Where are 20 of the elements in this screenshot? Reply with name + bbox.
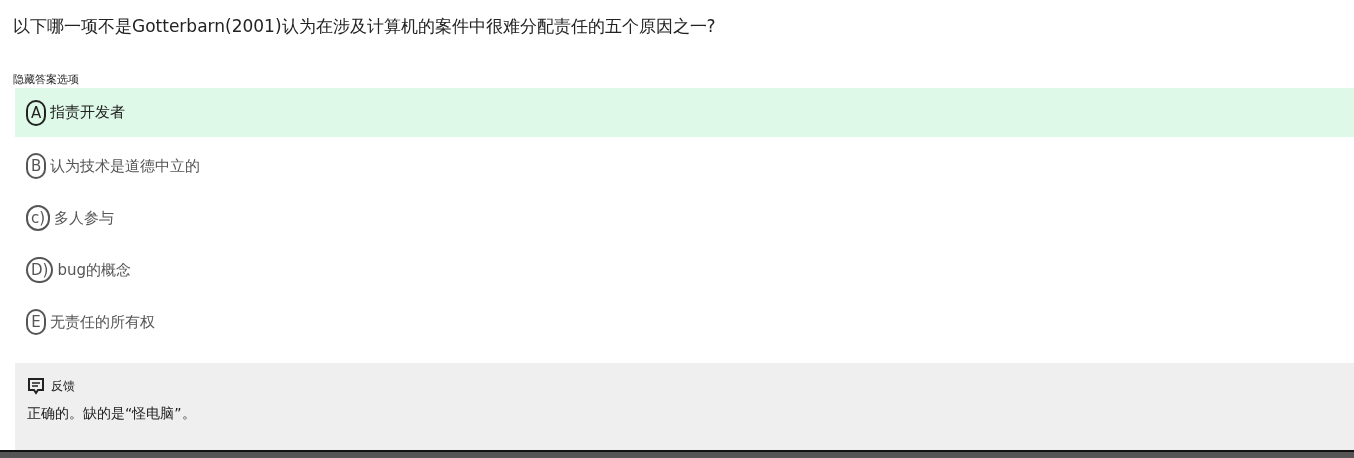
option-text: 无责任的所有权: [50, 312, 155, 332]
answer-option[interactable]: c) 多人参与: [15, 192, 1354, 244]
hide-answers-link[interactable]: 隐藏答案选项: [13, 73, 79, 86]
answer-option[interactable]: D) bug的概念: [15, 244, 1354, 296]
comment-icon: [27, 377, 45, 395]
answer-option[interactable]: B 认为技术是道德中立的: [15, 140, 1354, 192]
answer-option[interactable]: E 无责任的所有权: [15, 296, 1354, 348]
option-letter: c): [26, 205, 51, 231]
option-letter: D): [26, 257, 54, 283]
option-letter: E: [26, 309, 46, 335]
option-text: 多人参与: [54, 208, 115, 228]
option-text: bug的概念: [57, 260, 131, 280]
option-letter: A: [26, 99, 47, 126]
question-text: 以下哪一项不是Gotterbarn(2001)认为在涉及计算机的案件中很难分配责任的五个原因之一?: [12, 15, 717, 38]
option-letter: B: [26, 153, 47, 179]
answer-option[interactable]: A 指责开发者: [15, 88, 1354, 137]
option-text: 认为技术是道德中立的: [50, 156, 201, 176]
feedback-text: 正确的。缺的是“怪电脑”。: [27, 405, 197, 423]
feedback-title: 反馈: [51, 377, 75, 395]
option-text: 指责开发者: [50, 103, 126, 122]
